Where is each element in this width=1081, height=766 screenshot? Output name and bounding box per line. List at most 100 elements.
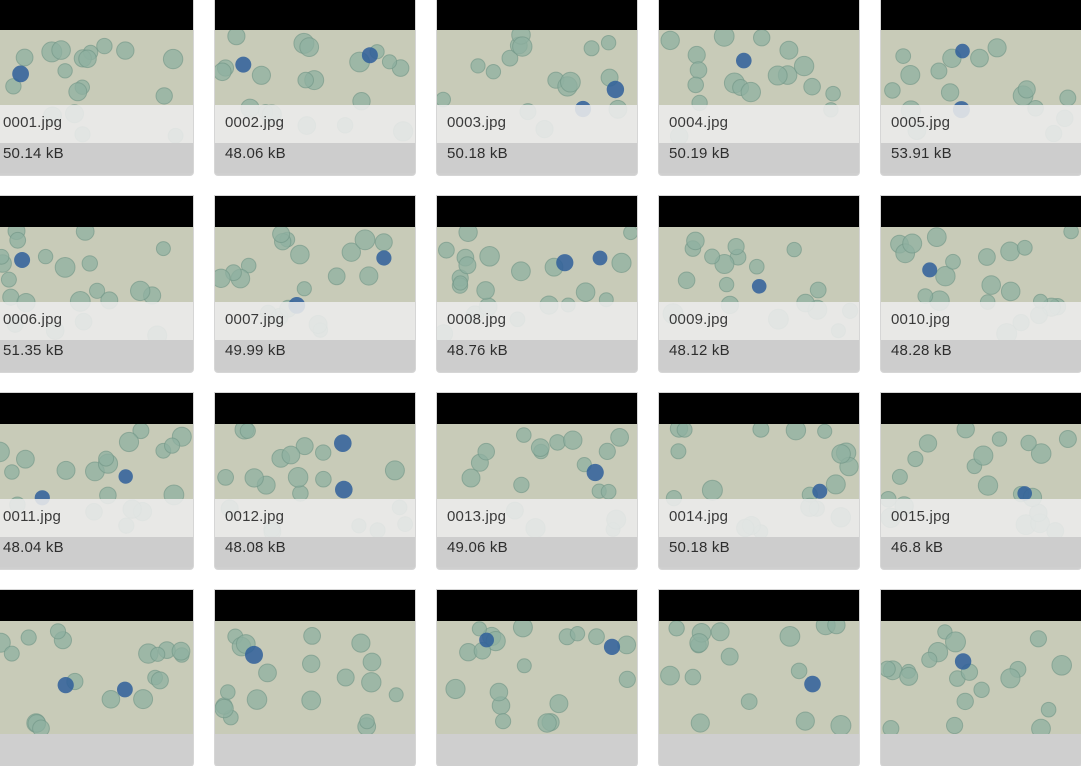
- image-card[interactable]: 0015.jpg 46.8 kB: [881, 393, 1081, 569]
- blood-cell: [98, 450, 115, 467]
- image-card[interactable]: 0011.jpg 48.04 kB: [0, 393, 193, 569]
- blood-cell: [336, 668, 355, 687]
- blood-cell: [20, 629, 37, 646]
- blood-cell: [57, 63, 73, 79]
- filesize-label: 48.04 kB: [3, 539, 64, 556]
- thumbnail-image: [215, 621, 415, 734]
- blood-cell: [512, 621, 533, 638]
- blood-cell: [1020, 434, 1037, 452]
- blood-cell: [779, 626, 801, 647]
- blood-cell: [15, 48, 34, 67]
- blood-cell: [1031, 718, 1051, 734]
- image-thumbnail[interactable]: [881, 590, 1081, 734]
- blood-cell: [227, 30, 246, 46]
- stained-cell: [118, 469, 133, 484]
- stained-cell: [335, 480, 353, 499]
- image-card[interactable]: 0008.jpg 48.76 kB: [437, 196, 637, 372]
- blood-cell: [32, 719, 50, 734]
- image-thumbnail[interactable]: [0, 590, 193, 734]
- blood-cell: [351, 633, 371, 653]
- filename-label: 0004.jpg: [669, 114, 729, 131]
- blood-cell: [660, 665, 680, 686]
- image-thumbnail[interactable]: [215, 590, 415, 734]
- blood-cell: [359, 713, 375, 730]
- image-card[interactable]: [881, 590, 1081, 766]
- filename-label: 0005.jpg: [891, 114, 951, 131]
- thumbnail-image: [437, 621, 637, 734]
- blood-cell: [68, 82, 88, 102]
- blood-cell: [588, 628, 605, 646]
- blood-cell: [793, 55, 815, 77]
- blood-cell: [49, 623, 67, 640]
- filesize-label: 48.76 kB: [447, 342, 508, 359]
- filename-label: 0011.jpg: [3, 508, 62, 525]
- image-gallery-grid: 0001.jpg 50.14 kB 0002.jpg 48.06 kB 0003…: [0, 0, 1081, 766]
- blood-cell: [315, 444, 332, 461]
- blood-cell: [381, 54, 398, 70]
- image-card[interactable]: 0009.jpg 48.12 kB: [659, 196, 859, 372]
- image-card[interactable]: 0004.jpg 50.19 kB: [659, 0, 859, 175]
- blood-cell: [670, 443, 687, 460]
- image-card[interactable]: [659, 590, 859, 766]
- blood-cell: [215, 268, 231, 288]
- blood-cell: [384, 460, 405, 481]
- image-card[interactable]: 0010.jpg 48.28 kB: [881, 196, 1081, 372]
- blood-cell: [296, 281, 312, 297]
- image-card[interactable]: 0005.jpg 53.91 kB: [881, 0, 1081, 175]
- blood-cell: [461, 468, 481, 488]
- blood-cell: [689, 61, 708, 79]
- blood-cell: [686, 231, 705, 251]
- filename-label: 0010.jpg: [891, 311, 951, 328]
- blood-cell: [899, 666, 919, 686]
- image-card[interactable]: 0002.jpg 48.06 kB: [215, 0, 415, 175]
- blood-cell: [445, 678, 466, 700]
- image-card[interactable]: 0012.jpg 48.08 kB: [215, 393, 415, 569]
- image-card[interactable]: 0006.jpg 51.35 kB: [0, 196, 193, 372]
- blood-cell: [511, 261, 531, 282]
- image-thumbnail[interactable]: [659, 590, 859, 734]
- image-card[interactable]: [0, 590, 193, 766]
- blood-cell: [926, 227, 947, 247]
- filesize-label: 49.99 kB: [225, 342, 286, 359]
- image-card[interactable]: 0001.jpg 50.14 kB: [0, 0, 193, 175]
- blood-cell: [710, 622, 730, 642]
- blood-cell: [452, 275, 468, 291]
- image-card[interactable]: 0014.jpg 50.18 kB: [659, 393, 859, 569]
- image-card[interactable]: [215, 590, 415, 766]
- image-card[interactable]: 0013.jpg 49.06 kB: [437, 393, 637, 569]
- blood-cell: [297, 71, 314, 89]
- thumbnail-image: [659, 621, 859, 734]
- blood-cell: [354, 229, 376, 251]
- blood-cell: [978, 248, 996, 266]
- blood-cell: [1058, 430, 1077, 448]
- stained-cell: [376, 250, 392, 266]
- image-card[interactable]: 0007.jpg 49.99 kB: [215, 196, 415, 372]
- blood-cell: [549, 434, 566, 451]
- filesize-label: 48.08 kB: [225, 539, 286, 556]
- filesize-label: 50.19 kB: [669, 145, 730, 162]
- stained-cell: [361, 47, 378, 64]
- stained-cell: [12, 65, 29, 83]
- blood-cell: [779, 40, 799, 60]
- blood-cell: [1063, 227, 1079, 240]
- image-thumbnail[interactable]: [437, 590, 637, 734]
- blood-cell: [513, 476, 530, 494]
- blood-cell: [687, 76, 705, 94]
- blood-cell: [945, 631, 966, 653]
- blood-cell: [3, 645, 20, 662]
- blood-cell: [970, 48, 989, 68]
- filename-label: 0001.jpg: [3, 114, 63, 131]
- blood-cell: [56, 460, 76, 480]
- blood-cell: [701, 479, 723, 501]
- blood-cell: [470, 58, 486, 74]
- blood-cell: [785, 424, 807, 441]
- blood-cell: [902, 233, 923, 254]
- blood-cell: [767, 65, 788, 86]
- image-card[interactable]: 0003.jpg 50.18 kB: [437, 0, 637, 175]
- stained-cell: [592, 250, 608, 266]
- image-card[interactable]: [437, 590, 637, 766]
- stained-cell: [334, 434, 352, 452]
- blood-cell: [54, 257, 76, 278]
- blood-cell: [244, 468, 264, 488]
- blood-cell: [258, 663, 277, 683]
